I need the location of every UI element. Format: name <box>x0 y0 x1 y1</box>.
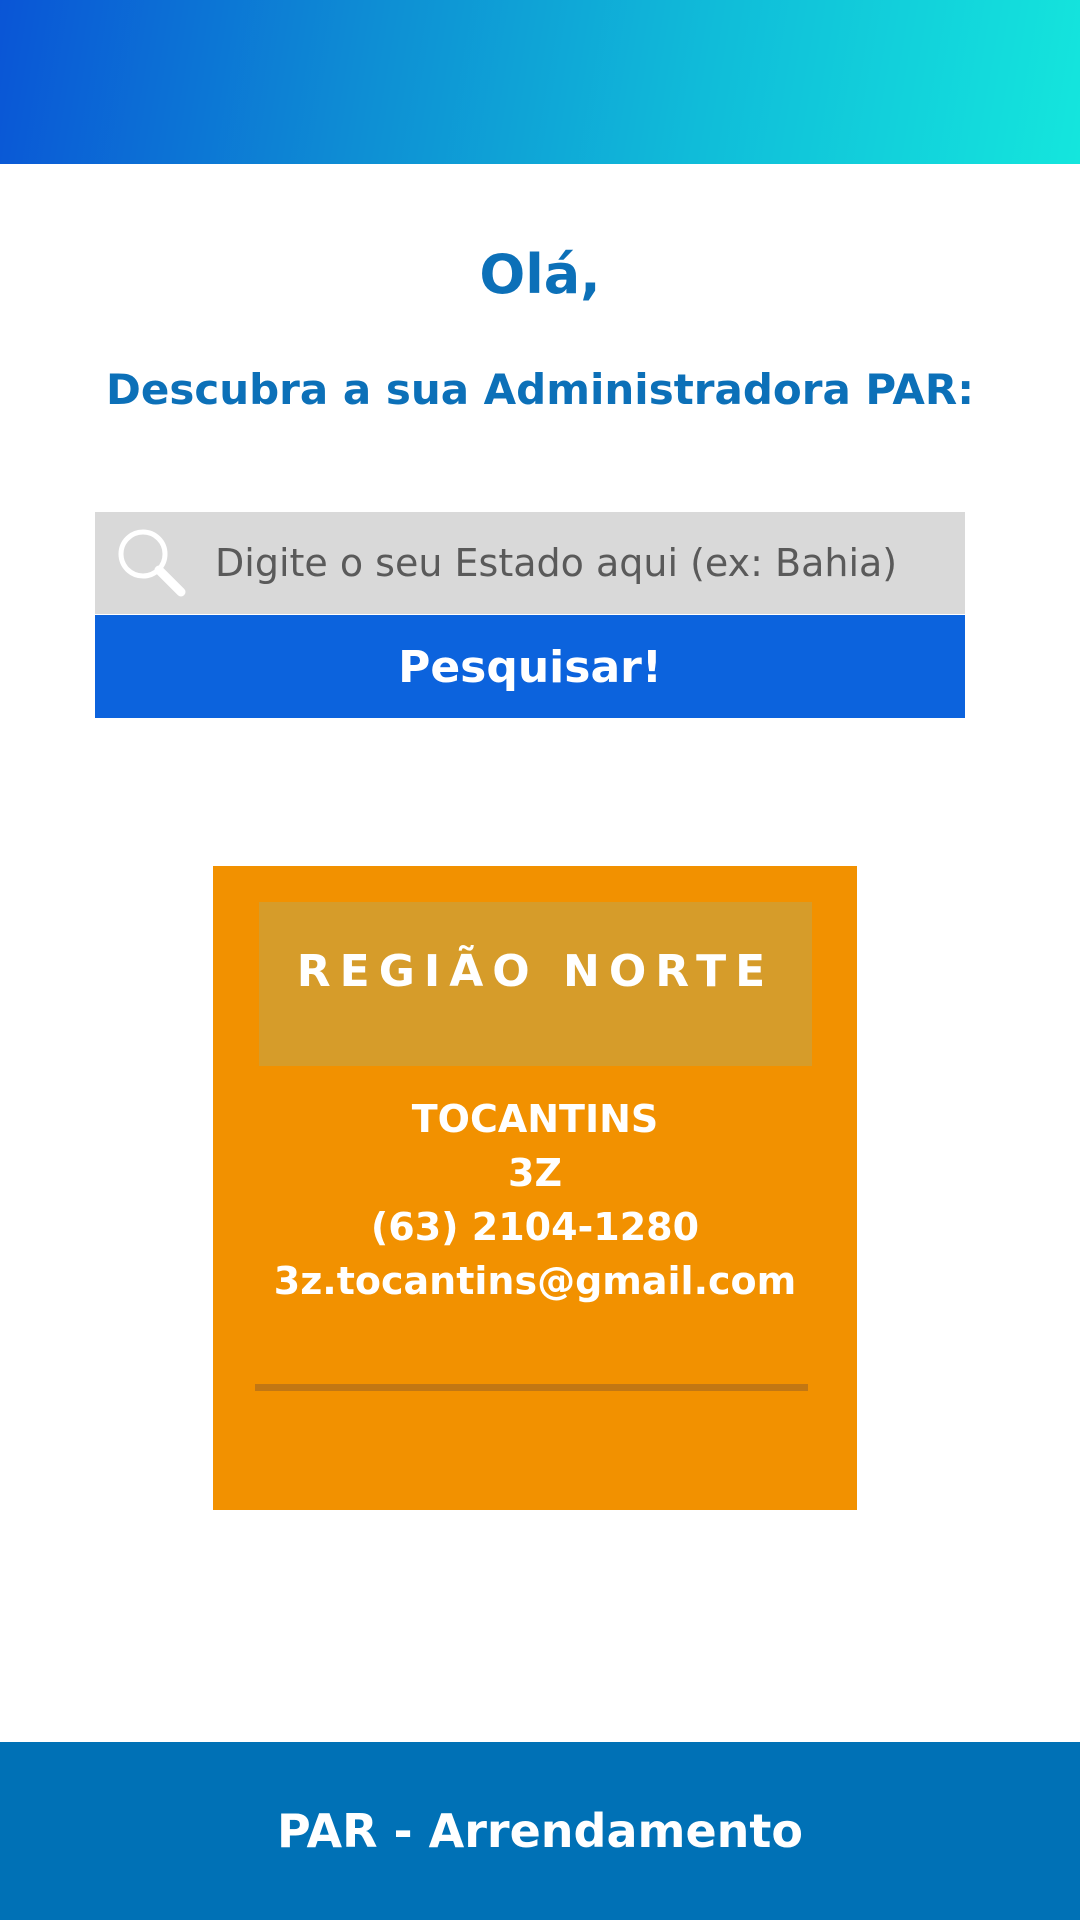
region-header: REGIÃO NORTE <box>259 902 812 1066</box>
phone-number: (63) 2104-1280 <box>370 1205 700 1249</box>
page-subtitle: Descubra a sua Administradora PAR: <box>105 365 975 414</box>
email-address: 3z.tocantins@gmail.com <box>273 1259 797 1303</box>
region-card: REGIÃO NORTE TOCANTINS 3Z (63) 2104-1280… <box>213 866 857 1510</box>
search-icon[interactable] <box>113 524 193 604</box>
footer-text: PAR - Arrendamento <box>277 1804 803 1858</box>
search-input[interactable] <box>215 512 955 614</box>
search-button[interactable]: Pesquisar! <box>95 615 965 718</box>
region-title: REGIÃO NORTE <box>296 946 775 997</box>
top-banner <box>0 0 1080 164</box>
region-info: TOCANTINS 3Z (63) 2104-1280 3z.tocantins… <box>213 1092 857 1308</box>
search-box <box>95 512 965 614</box>
administrator-name: 3Z <box>508 1151 562 1195</box>
greeting-title: Olá, <box>479 243 601 306</box>
divider <box>255 1384 808 1391</box>
state-name: TOCANTINS <box>411 1097 659 1141</box>
footer: PAR - Arrendamento <box>0 1742 1080 1920</box>
